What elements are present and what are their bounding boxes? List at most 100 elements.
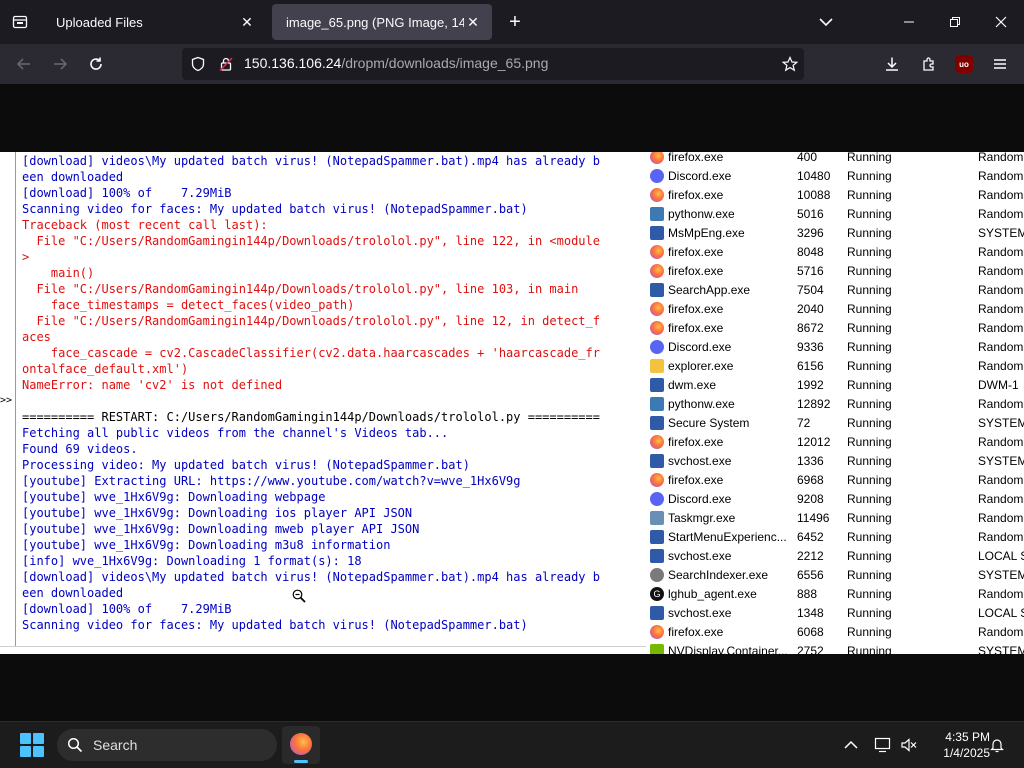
window-icon [650, 606, 664, 620]
shell-output-line: [info] wve_1Hx6V9g: Downloading 1 format… [22, 554, 362, 568]
process-status: Running [847, 359, 892, 373]
tab-image-65[interactable]: image_65.png (PNG Image, 1466 × 7 ✕ [272, 4, 492, 40]
taskbar-clock[interactable]: 4:35 PM 1/4/2025 [924, 729, 990, 761]
process-user: LOCAL S [978, 606, 1024, 620]
shell-output-line: [download] videos\My updated batch virus… [22, 570, 600, 584]
taskmgr-icon [650, 511, 664, 525]
process-row: svchost.exe 2212 Running LOCAL S [646, 547, 1024, 566]
start-button[interactable] [20, 733, 44, 757]
process-row: Discord.exe 9208 Running Random [646, 490, 1024, 509]
window-icon [650, 454, 664, 468]
close-window-button[interactable] [987, 8, 1015, 36]
process-user: Random [978, 207, 1024, 221]
minimize-icon [904, 21, 914, 23]
notifications-button[interactable] [986, 734, 1008, 756]
search-label: Search [93, 737, 138, 753]
process-user: Random [978, 152, 1024, 164]
tab-uploaded-files[interactable]: Uploaded Files ✕ [42, 4, 266, 40]
downloads-button[interactable] [880, 52, 904, 76]
process-row: firefox.exe 6068 Running Random [646, 623, 1024, 642]
address-bar[interactable]: 150.136.106.24/dropm/downloads/image_65.… [182, 48, 804, 80]
process-row: NVDisplay.Container... 2752 Running SYSTEM [646, 642, 1024, 654]
forward-button[interactable] [48, 52, 72, 76]
process-pid: 400 [797, 152, 818, 164]
firefox-view-button[interactable] [8, 10, 32, 34]
process-row: firefox.exe 5716 Running Random [646, 262, 1024, 281]
url-path: /dropm/downloads/image_65.png [341, 55, 549, 71]
volume-button[interactable] [898, 734, 920, 756]
process-row: pythonw.exe 5016 Running Random [646, 205, 1024, 224]
process-row: Taskmgr.exe 11496 Running Random [646, 509, 1024, 528]
process-row: SearchApp.exe 7504 Running Random [646, 281, 1024, 300]
firefox-icon [650, 321, 664, 335]
shell-output-line: aces [22, 330, 51, 344]
shell-output-line: face_timestamps = detect_faces(video_pat… [22, 298, 355, 312]
folder-icon [650, 359, 664, 373]
process-user: Random [978, 587, 1024, 601]
taskbar-firefox-button[interactable] [282, 726, 320, 764]
shell-output-line: [download] 100% of 7.29MiB [22, 602, 232, 616]
process-name: lghub_agent.exe [668, 587, 757, 601]
process-name: firefox.exe [668, 302, 724, 316]
insecure-connection-icon[interactable] [216, 54, 236, 74]
clock-date: 1/4/2025 [943, 746, 990, 760]
nvidia-icon [650, 644, 664, 654]
process-status: Running [847, 283, 892, 297]
process-name: Discord.exe [668, 340, 732, 354]
python-shell-output: >> [download] videos\My updated batch vi… [0, 152, 646, 654]
process-user: SYSTEM [978, 416, 1024, 430]
process-user: Random [978, 188, 1024, 202]
process-user: SYSTEM [978, 568, 1024, 582]
shell-lines: [download] videos\My updated batch virus… [22, 153, 646, 633]
reload-button[interactable] [84, 52, 108, 76]
window-icon [650, 530, 664, 544]
process-status: Running [847, 169, 892, 183]
tracking-protection-shield-icon[interactable] [188, 54, 208, 74]
tab-close-button[interactable]: ✕ [238, 13, 256, 31]
url-text[interactable]: 150.136.106.24/dropm/downloads/image_65.… [244, 55, 548, 71]
shell-output-line: een downloaded [22, 586, 124, 600]
process-pid: 12892 [797, 397, 831, 411]
process-status: Running [847, 625, 892, 639]
navigation-toolbar: 150.136.106.24/dropm/downloads/image_65.… [0, 44, 1024, 84]
screenshot-image[interactable]: >> [download] videos\My updated batch vi… [0, 152, 1024, 654]
firefox-icon [290, 733, 312, 755]
bookmark-star-button[interactable] [780, 54, 800, 74]
back-button[interactable] [12, 52, 36, 76]
show-hidden-icons-button[interactable] [840, 734, 862, 756]
puzzle-icon [923, 57, 934, 71]
process-pid: 5016 [797, 207, 824, 221]
ublock-origin-icon[interactable]: uo [955, 55, 973, 73]
window-icon [650, 378, 664, 392]
shell-output-line: Fetching all public videos from the chan… [22, 426, 449, 440]
shell-output-line: [youtube] wve_1Hx6V9g: Downloading mweb … [22, 522, 420, 536]
shield-icon [191, 56, 205, 72]
list-all-tabs-button[interactable] [814, 10, 838, 34]
process-status: Running [847, 587, 892, 601]
bell-icon [990, 739, 1004, 753]
app-menu-button[interactable] [988, 52, 1012, 76]
minimize-button[interactable] [895, 8, 923, 36]
discord-icon [650, 169, 664, 183]
window-icon [650, 416, 664, 430]
process-pid: 2212 [797, 549, 824, 563]
tab-title: Uploaded Files [56, 14, 143, 30]
process-user: Random [978, 321, 1024, 335]
new-tab-button[interactable]: + [503, 10, 527, 34]
restore-button[interactable] [941, 8, 969, 36]
process-pid: 12012 [797, 435, 831, 449]
download-icon [886, 57, 898, 71]
process-name: Secure System [668, 416, 750, 430]
tab-close-button[interactable]: ✕ [464, 13, 482, 31]
process-name: svchost.exe [668, 549, 732, 563]
network-button[interactable] [872, 734, 894, 756]
extensions-button[interactable] [917, 52, 941, 76]
shell-output-line: [youtube] wve_1Hx6V9g: Downloading m3u8 … [22, 538, 391, 552]
process-pid: 10088 [797, 188, 831, 202]
firefox-icon [650, 264, 664, 278]
process-status: Running [847, 378, 892, 392]
taskbar-search-box[interactable]: Search [57, 729, 277, 761]
process-status: Running [847, 397, 892, 411]
restore-icon [950, 17, 960, 27]
tab-title: image_65.png (PNG Image, 1466 × 7 [286, 14, 464, 30]
